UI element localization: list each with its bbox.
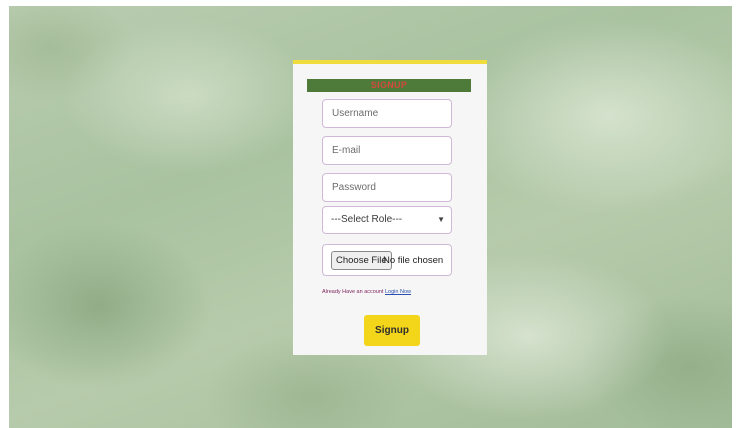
login-prompt-text: Already Have an account bbox=[322, 289, 384, 295]
file-status-text: No file chosen bbox=[383, 255, 444, 266]
role-select[interactable]: ---Select Role--- ▼ bbox=[322, 206, 452, 234]
role-select-value: ---Select Role--- bbox=[331, 214, 403, 225]
password-input[interactable] bbox=[322, 173, 452, 202]
form-title: SIGNUP bbox=[307, 79, 471, 92]
chevron-down-icon: ▼ bbox=[437, 215, 445, 224]
email-input[interactable] bbox=[322, 136, 452, 165]
username-input[interactable] bbox=[322, 99, 452, 128]
page-background: SIGNUP ---Select Role--- ▼ Choose File N… bbox=[9, 6, 732, 428]
signup-button[interactable]: Signup bbox=[364, 315, 420, 346]
login-prompt: Already Have an account Login Now bbox=[322, 289, 411, 295]
signup-card: SIGNUP ---Select Role--- ▼ Choose File N… bbox=[293, 60, 487, 355]
file-input[interactable]: Choose File No file chosen bbox=[322, 244, 452, 276]
login-now-link[interactable]: Login Now bbox=[385, 289, 411, 295]
